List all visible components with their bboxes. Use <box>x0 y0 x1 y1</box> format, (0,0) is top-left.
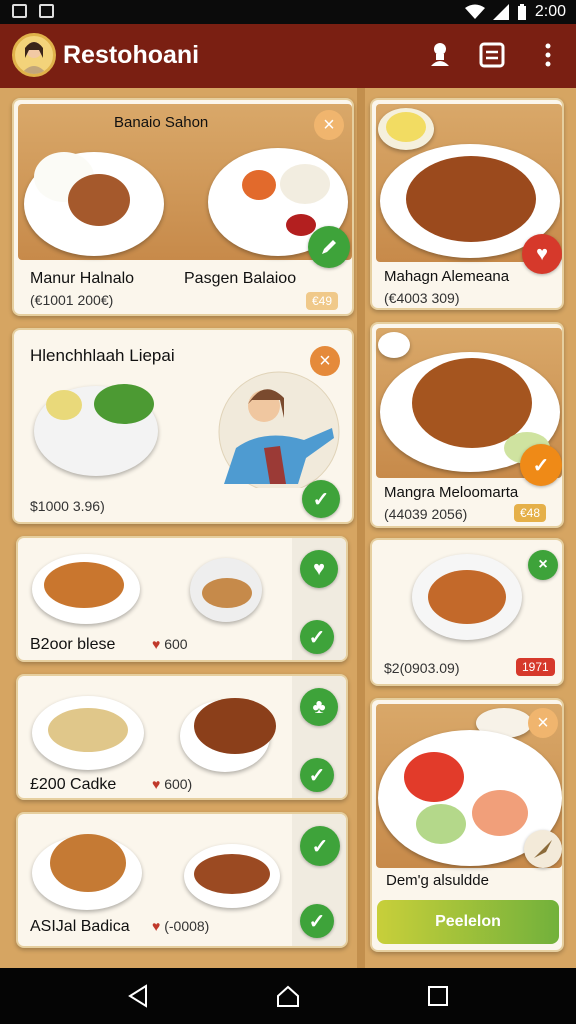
close-icon[interactable]: × <box>314 110 344 140</box>
dish-price: $2(0903.09) <box>384 660 460 676</box>
dish-card-1[interactable]: Banaio Sahon × Manur Halnalo Pasgen Bala… <box>12 98 354 316</box>
image-notification-icon <box>39 4 54 18</box>
card-caption: Hlenchhlaah Liepai <box>30 346 175 365</box>
dish-name: Mangra Meloomarta <box>384 484 519 501</box>
recents-icon[interactable] <box>426 984 450 1008</box>
column-divider <box>357 88 365 968</box>
status-time: 2:00 <box>534 3 566 20</box>
dish-name: Dem'g alsuldde <box>386 872 489 889</box>
dish-card-4[interactable]: ♣ ✓ £200 Cadke ♥ 600) <box>16 674 348 800</box>
dish-price: ♥ 600) <box>152 776 193 792</box>
app-title: Restohoani <box>63 41 200 69</box>
knife-icon[interactable] <box>524 830 562 868</box>
dish-name: B2oor blese <box>30 636 116 653</box>
dish-name: £200 Cadke <box>30 776 117 793</box>
menu-book-icon[interactable] <box>476 39 508 71</box>
image-notification-icon <box>12 4 27 18</box>
dish-price: (44039 2056) <box>384 506 468 522</box>
dish-card-right-3[interactable]: × $2(0903.09) 1971 <box>370 538 564 686</box>
heart-icon[interactable]: ♥ <box>522 234 562 274</box>
dish-name: ASIJal Badica <box>30 918 130 935</box>
chef-illustration <box>218 371 340 488</box>
dish-price: $1000 3.96) <box>30 498 105 514</box>
dish-name-right: Pasgen Balaioo <box>184 270 297 287</box>
dish-price: (€1001 200€) <box>30 292 114 308</box>
dish-price: (€4003 309) <box>384 290 460 306</box>
wifi-icon <box>464 4 485 19</box>
price-tag: 1971 <box>516 658 555 676</box>
check-icon[interactable]: ✓ <box>300 904 334 938</box>
dish-card-5[interactable]: ✓ ✓ ASIJal Badica ♥ (-0008) <box>16 812 348 948</box>
price-tag: €48 <box>514 504 547 522</box>
chef-icon[interactable] <box>424 39 456 71</box>
system-nav-bar <box>0 968 576 1024</box>
home-icon[interactable] <box>276 984 300 1008</box>
close-icon[interactable]: × <box>528 708 558 738</box>
dish-name: Mahagn Alemeana <box>384 268 510 285</box>
check-icon[interactable]: ✓ <box>302 480 340 518</box>
back-icon[interactable] <box>126 984 150 1008</box>
thumb-icon[interactable]: ♣ <box>300 688 338 726</box>
dish-price: ♥ (-0008) <box>152 918 210 934</box>
order-button[interactable]: Peelelon <box>377 900 559 944</box>
close-icon[interactable]: × <box>528 550 558 580</box>
edit-icon[interactable] <box>308 226 350 268</box>
check-icon[interactable]: ✓ <box>300 620 334 654</box>
content-area: Banaio Sahon × Manur Halnalo Pasgen Bala… <box>0 88 576 968</box>
battery-icon <box>517 4 526 20</box>
signal-icon <box>492 4 509 20</box>
check-icon[interactable]: ✓ <box>520 444 562 486</box>
more-vert-icon[interactable] <box>532 39 564 71</box>
dish-price: ♥ 600 <box>152 636 188 652</box>
favorite-icon[interactable]: ♥ <box>300 550 338 588</box>
dish-name-left: Manur Halnalo <box>30 270 135 287</box>
status-bar: 2:00 <box>0 0 576 24</box>
check-icon[interactable]: ✓ <box>300 826 340 866</box>
price-tag: €49 <box>306 292 339 310</box>
avatar[interactable] <box>12 33 56 77</box>
notification-icons <box>12 4 54 18</box>
app-bar: Restohoani <box>0 24 576 88</box>
dish-card-right-1[interactable]: ♥ Mahagn Alemeana (€4003 309) <box>370 98 564 310</box>
card-caption: Banaio Sahon <box>114 114 209 131</box>
dish-card-3[interactable]: ♥ ✓ B2oor blese ♥ 600 <box>16 536 348 662</box>
dish-card-right-2[interactable]: ✓ Mangra Meloomarta (44039 2056) €48 <box>370 322 564 528</box>
dish-card-2[interactable]: Hlenchhlaah Liepai × $1000 3.96) ✓ <box>12 328 354 524</box>
check-icon[interactable]: ✓ <box>300 758 334 792</box>
